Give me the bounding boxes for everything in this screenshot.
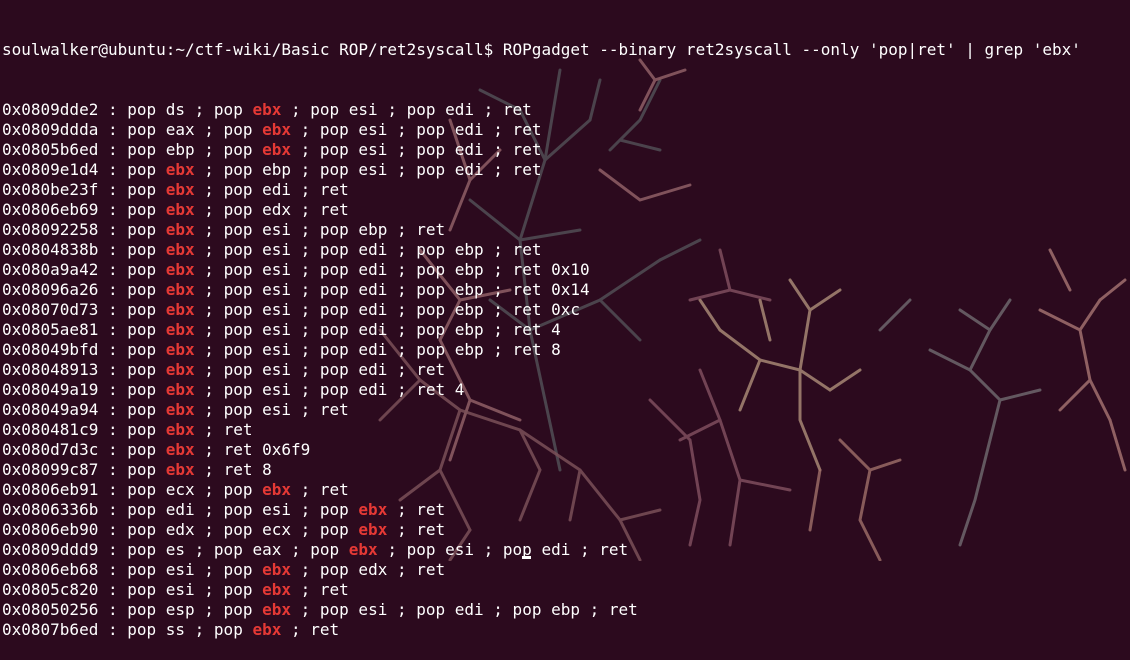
- output-line: 0x080a9a42 : pop ebx ; pop esi ; pop edi…: [2, 260, 590, 279]
- grep-match-highlight: ebx: [165, 340, 195, 359]
- output-line: 0x0806eb91 : pop ecx ; pop ebx ; ret: [2, 480, 349, 499]
- output-line: 0x0809e1d4 : pop ebx ; pop ebp ; pop esi…: [2, 160, 542, 179]
- output-line: 0x0806eb90 : pop edx ; pop ecx ; pop ebx…: [2, 520, 446, 539]
- grep-match-highlight: ebx: [165, 360, 195, 379]
- output-line: 0x08049bfd : pop ebx ; pop esi ; pop edi…: [2, 340, 561, 359]
- grep-match-highlight: ebx: [262, 120, 291, 139]
- output-line: 0x08049a19 : pop ebx ; pop esi ; pop edi…: [2, 380, 465, 399]
- grep-match-highlight: ebx: [165, 440, 195, 459]
- grep-match-highlight: ebx: [358, 520, 388, 539]
- output-line: 0x08099c87 : pop ebx ; ret 8: [2, 460, 272, 479]
- output-line: 0x08049a94 : pop ebx ; pop esi ; ret: [2, 400, 349, 419]
- output-line: 0x0809dde2 : pop ds ; pop ebx ; pop esi …: [2, 100, 532, 119]
- grep-match-highlight: ebx: [262, 560, 291, 579]
- grep-match-highlight: ebx: [252, 620, 282, 639]
- grep-match-highlight: ebx: [165, 220, 195, 239]
- output-line: 0x0809ddda : pop eax ; pop ebx ; pop esi…: [2, 120, 542, 139]
- output-line: 0x0804838b : pop ebx ; pop esi ; pop edi…: [2, 240, 542, 259]
- grep-match-highlight: ebx: [165, 240, 195, 259]
- grep-match-highlight: ebx: [348, 540, 378, 559]
- grep-match-highlight: ebx: [262, 580, 291, 599]
- output-line: 0x0805b6ed : pop ebp ; pop ebx ; pop esi…: [2, 140, 542, 159]
- grep-match-highlight: ebx: [262, 140, 291, 159]
- output-line: 0x080be23f : pop ebx ; pop edi ; ret: [2, 180, 349, 199]
- output-line: 0x08070d73 : pop ebx ; pop esi ; pop edi…: [2, 300, 580, 319]
- grep-match-highlight: ebx: [165, 260, 195, 279]
- command-output: 0x0809dde2 : pop ds ; pop ebx ; pop esi …: [2, 100, 1081, 640]
- terminal-prompt-line: soulwalker@ubuntu:~/ctf-wiki/Basic ROP/r…: [2, 40, 1081, 60]
- output-line: 0x0806eb69 : pop ebx ; pop edx ; ret: [2, 200, 349, 219]
- grep-match-highlight: ebx: [165, 180, 195, 199]
- grep-match-highlight: ebx: [165, 380, 195, 399]
- output-line: 0x0809ddd9 : pop es ; pop eax ; pop ebx …: [2, 540, 629, 559]
- grep-match-highlight: ebx: [165, 300, 195, 319]
- grep-match-highlight: ebx: [165, 280, 195, 299]
- grep-match-highlight: ebx: [262, 480, 291, 499]
- output-line: 0x0806eb68 : pop esi ; pop ebx ; pop edx…: [2, 560, 446, 579]
- grep-match-highlight: ebx: [165, 460, 195, 479]
- output-line: 0x08048913 : pop ebx ; pop esi ; pop edi…: [2, 360, 446, 379]
- output-line: 0x0806336b : pop edi ; pop esi ; pop ebx…: [2, 500, 446, 519]
- text-cursor: [522, 556, 531, 559]
- output-line: 0x080481c9 : pop ebx ; ret: [2, 420, 253, 439]
- grep-match-highlight: ebx: [165, 320, 195, 339]
- output-line: 0x08096a26 : pop ebx ; pop esi ; pop edi…: [2, 280, 590, 299]
- terminal-window[interactable]: soulwalker@ubuntu:~/ctf-wiki/Basic ROP/r…: [2, 0, 1081, 660]
- output-line: 0x08092258 : pop ebx ; pop esi ; pop ebp…: [2, 220, 446, 239]
- output-line: 0x0807b6ed : pop ss ; pop ebx ; ret: [2, 620, 340, 639]
- grep-match-highlight: ebx: [165, 160, 195, 179]
- grep-match-highlight: ebx: [165, 200, 195, 219]
- output-line: 0x080d7d3c : pop ebx ; ret 0x6f9: [2, 440, 311, 459]
- shell-prompt: soulwalker@ubuntu:~/ctf-wiki/Basic ROP/r…: [2, 40, 503, 59]
- grep-match-highlight: ebx: [165, 400, 195, 419]
- output-line: 0x08050256 : pop esp ; pop ebx ; pop esi…: [2, 600, 638, 619]
- grep-match-highlight: ebx: [262, 600, 291, 619]
- output-line: 0x0805c820 : pop esi ; pop ebx ; ret: [2, 580, 349, 599]
- grep-match-highlight: ebx: [165, 420, 195, 439]
- output-line: 0x0805ae81 : pop ebx ; pop esi ; pop edi…: [2, 320, 561, 339]
- shell-command: ROPgadget --binary ret2syscall --only 'p…: [502, 40, 1081, 59]
- grep-match-highlight: ebx: [358, 500, 388, 519]
- grep-match-highlight: ebx: [252, 100, 282, 119]
